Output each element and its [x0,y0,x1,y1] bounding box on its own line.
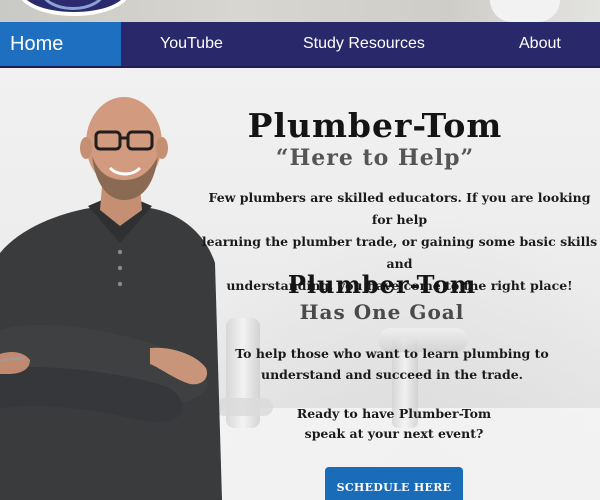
cta-line: Ready to have Plumber-Tom [296,406,492,421]
page-title: Plumber-Tom [247,106,503,145]
cta-line: speak at your next event? [304,426,484,441]
intro-line: learning the plumber trade, or gaining s… [201,234,598,271]
header-banner [0,0,600,22]
schedule-button[interactable]: SCHEDULE HERE [325,467,463,500]
cta-text: Ready to have Plumber-Tom speak at your … [255,404,533,444]
goal-line: To help those who want to learn plumbing… [235,346,549,361]
page-subtitle: “Here to Help” [275,145,475,171]
goal-heading: Plumber-Tom [287,270,477,299]
nav-home[interactable]: Home [0,22,121,66]
goal-line: understand and succeed in the trade. [260,367,524,382]
goal-subheading: Has One Goal [299,300,465,324]
intro-line: Few plumbers are skilled educators. If y… [208,190,591,227]
banner-decoration [490,0,560,22]
hero-section: Plumber-Tom “Here to Help” Few plumbers … [0,68,600,500]
nav-study-resources[interactable]: Study Resources [303,35,425,53]
main-nav: Home YouTube Study Resources About [0,22,600,68]
nav-youtube[interactable]: YouTube [160,35,223,53]
goal-text: To help those who want to learn plumbing… [217,343,567,385]
nav-about[interactable]: About [519,35,561,53]
